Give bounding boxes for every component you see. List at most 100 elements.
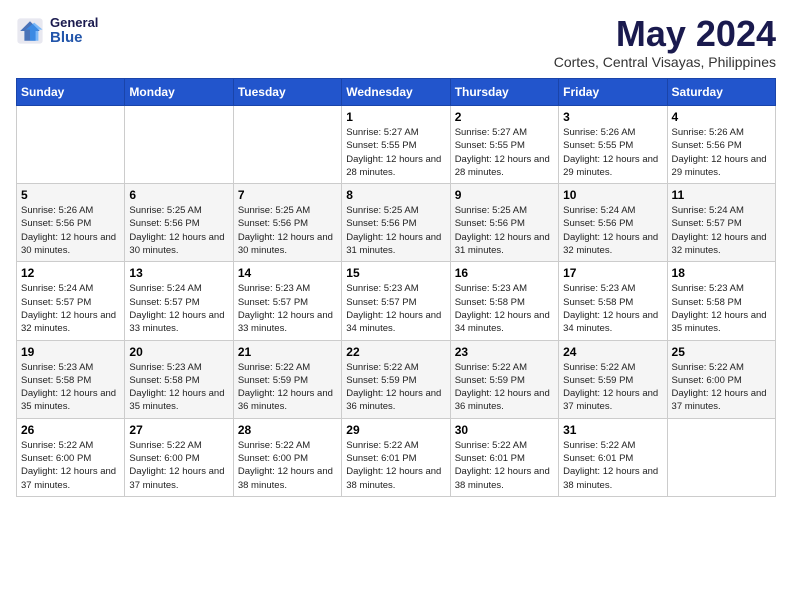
- day-number: 19: [21, 345, 120, 359]
- calendar-cell: [667, 418, 775, 496]
- calendar-cell: 9 Sunrise: 5:25 AM Sunset: 5:56 PM Daylig…: [450, 184, 558, 262]
- calendar-cell: 3 Sunrise: 5:26 AM Sunset: 5:55 PM Daylig…: [559, 106, 667, 184]
- day-number: 24: [563, 345, 662, 359]
- calendar-cell: 7Sunrise: 5:25 AM Sunset: 5:56 PM Daylig…: [233, 184, 341, 262]
- calendar-cell: 14 Sunrise: 5:23 AM Sunset: 5:57 PM Dayli…: [233, 262, 341, 340]
- day-number: 9: [455, 188, 554, 202]
- day-info: Sunrise: 5:22 AM Sunset: 6:00 PM Dayligh…: [21, 439, 120, 492]
- calendar-table: SundayMondayTuesdayWednesdayThursdayFrid…: [16, 78, 776, 497]
- day-info: Sunrise: 5:22 AM Sunset: 6:01 PM Dayligh…: [455, 439, 554, 492]
- day-info: Sunrise: 5:26 AM Sunset: 5:56 PM Dayligh…: [21, 204, 120, 257]
- day-number: 18: [672, 266, 771, 280]
- weekday-header: Monday: [125, 79, 233, 106]
- calendar-cell: 8 Sunrise: 5:25 AM Sunset: 5:56 PM Daylig…: [342, 184, 450, 262]
- day-info: Sunrise: 5:23 AM Sunset: 5:58 PM Dayligh…: [672, 282, 771, 335]
- day-info: Sunrise: 5:27 AM Sunset: 5:55 PM Dayligh…: [455, 126, 554, 179]
- day-number: 23: [455, 345, 554, 359]
- day-info: Sunrise: 5:25 AM Sunset: 5:56 PM Dayligh…: [455, 204, 554, 257]
- day-info: Sunrise: 5:22 AM Sunset: 6:01 PM Dayligh…: [563, 439, 662, 492]
- calendar-week-row: 19 Sunrise: 5:23 AM Sunset: 5:58 PM Dayli…: [17, 340, 776, 418]
- calendar-cell: 27 Sunrise: 5:22 AM Sunset: 6:00 PM Dayli…: [125, 418, 233, 496]
- calendar-week-row: 5 Sunrise: 5:26 AM Sunset: 5:56 PM Daylig…: [17, 184, 776, 262]
- calendar-cell: 23 Sunrise: 5:22 AM Sunset: 5:59 PM Dayli…: [450, 340, 558, 418]
- day-number: 27: [129, 423, 228, 437]
- day-info: Sunrise: 5:23 AM Sunset: 5:58 PM Dayligh…: [21, 361, 120, 414]
- calendar-cell: 15Sunrise: 5:23 AM Sunset: 5:57 PM Dayli…: [342, 262, 450, 340]
- day-number: 1: [346, 110, 445, 124]
- month-title: May 2024: [554, 16, 776, 52]
- day-number: 15: [346, 266, 445, 280]
- day-info: Sunrise: 5:23 AM Sunset: 5:58 PM Dayligh…: [455, 282, 554, 335]
- day-number: 30: [455, 423, 554, 437]
- day-number: 14: [238, 266, 337, 280]
- weekday-header: Sunday: [17, 79, 125, 106]
- calendar-cell: 2Sunrise: 5:27 AM Sunset: 5:55 PM Daylig…: [450, 106, 558, 184]
- day-number: 13: [129, 266, 228, 280]
- day-number: 17: [563, 266, 662, 280]
- day-number: 4: [672, 110, 771, 124]
- location-text: Cortes, Central Visayas, Philippines: [554, 54, 776, 70]
- calendar-cell: 26 Sunrise: 5:22 AM Sunset: 6:00 PM Dayli…: [17, 418, 125, 496]
- calendar-cell: 10 Sunrise: 5:24 AM Sunset: 5:56 PM Dayli…: [559, 184, 667, 262]
- calendar-cell: 30 Sunrise: 5:22 AM Sunset: 6:01 PM Dayli…: [450, 418, 558, 496]
- logo: General Blue: [16, 16, 98, 47]
- weekday-header: Saturday: [667, 79, 775, 106]
- day-info: Sunrise: 5:22 AM Sunset: 5:59 PM Dayligh…: [238, 361, 337, 414]
- day-info: Sunrise: 5:22 AM Sunset: 5:59 PM Dayligh…: [455, 361, 554, 414]
- calendar-cell: 29Sunrise: 5:22 AM Sunset: 6:01 PM Dayli…: [342, 418, 450, 496]
- calendar-cell: [233, 106, 341, 184]
- weekday-header-row: SundayMondayTuesdayWednesdayThursdayFrid…: [17, 79, 776, 106]
- day-info: Sunrise: 5:22 AM Sunset: 5:59 PM Dayligh…: [346, 361, 445, 414]
- calendar-cell: 16 Sunrise: 5:23 AM Sunset: 5:58 PM Dayli…: [450, 262, 558, 340]
- day-number: 29: [346, 423, 445, 437]
- day-info: Sunrise: 5:26 AM Sunset: 5:56 PM Dayligh…: [672, 126, 771, 179]
- day-info: Sunrise: 5:23 AM Sunset: 5:58 PM Dayligh…: [129, 361, 228, 414]
- day-info: Sunrise: 5:22 AM Sunset: 5:59 PM Dayligh…: [563, 361, 662, 414]
- day-info: Sunrise: 5:25 AM Sunset: 5:56 PM Dayligh…: [129, 204, 228, 257]
- calendar-cell: [17, 106, 125, 184]
- day-number: 5: [21, 188, 120, 202]
- day-info: Sunrise: 5:27 AM Sunset: 5:55 PM Dayligh…: [346, 126, 445, 179]
- calendar-cell: 1 Sunrise: 5:27 AM Sunset: 5:55 PM Daylig…: [342, 106, 450, 184]
- page-header: General Blue May 2024 Cortes, Central Vi…: [16, 16, 776, 70]
- day-number: 10: [563, 188, 662, 202]
- day-number: 26: [21, 423, 120, 437]
- calendar-cell: 20 Sunrise: 5:23 AM Sunset: 5:58 PM Dayli…: [125, 340, 233, 418]
- day-number: 8: [346, 188, 445, 202]
- calendar-cell: [125, 106, 233, 184]
- day-info: Sunrise: 5:25 AM Sunset: 5:56 PM Dayligh…: [346, 204, 445, 257]
- calendar-cell: 5 Sunrise: 5:26 AM Sunset: 5:56 PM Daylig…: [17, 184, 125, 262]
- day-info: Sunrise: 5:23 AM Sunset: 5:58 PM Dayligh…: [563, 282, 662, 335]
- calendar-cell: 24 Sunrise: 5:22 AM Sunset: 5:59 PM Dayli…: [559, 340, 667, 418]
- calendar-cell: 22 Sunrise: 5:22 AM Sunset: 5:59 PM Dayli…: [342, 340, 450, 418]
- calendar-cell: 25Sunrise: 5:22 AM Sunset: 6:00 PM Dayli…: [667, 340, 775, 418]
- calendar-cell: 28Sunrise: 5:22 AM Sunset: 6:00 PM Dayli…: [233, 418, 341, 496]
- day-number: 31: [563, 423, 662, 437]
- weekday-header: Thursday: [450, 79, 558, 106]
- weekday-header: Tuesday: [233, 79, 341, 106]
- day-number: 20: [129, 345, 228, 359]
- day-info: Sunrise: 5:22 AM Sunset: 6:00 PM Dayligh…: [129, 439, 228, 492]
- day-info: Sunrise: 5:26 AM Sunset: 5:55 PM Dayligh…: [563, 126, 662, 179]
- day-number: 16: [455, 266, 554, 280]
- calendar-week-row: 26 Sunrise: 5:22 AM Sunset: 6:00 PM Dayli…: [17, 418, 776, 496]
- calendar-week-row: 12Sunrise: 5:24 AM Sunset: 5:57 PM Dayli…: [17, 262, 776, 340]
- calendar-cell: 17 Sunrise: 5:23 AM Sunset: 5:58 PM Dayli…: [559, 262, 667, 340]
- day-number: 28: [238, 423, 337, 437]
- day-info: Sunrise: 5:23 AM Sunset: 5:57 PM Dayligh…: [238, 282, 337, 335]
- day-info: Sunrise: 5:24 AM Sunset: 5:56 PM Dayligh…: [563, 204, 662, 257]
- day-info: Sunrise: 5:24 AM Sunset: 5:57 PM Dayligh…: [672, 204, 771, 257]
- weekday-header: Friday: [559, 79, 667, 106]
- day-number: 25: [672, 345, 771, 359]
- calendar-cell: 21 Sunrise: 5:22 AM Sunset: 5:59 PM Dayli…: [233, 340, 341, 418]
- day-info: Sunrise: 5:24 AM Sunset: 5:57 PM Dayligh…: [129, 282, 228, 335]
- day-number: 21: [238, 345, 337, 359]
- day-number: 11: [672, 188, 771, 202]
- day-info: Sunrise: 5:24 AM Sunset: 5:57 PM Dayligh…: [21, 282, 120, 335]
- calendar-cell: 13 Sunrise: 5:24 AM Sunset: 5:57 PM Dayli…: [125, 262, 233, 340]
- calendar-week-row: 1 Sunrise: 5:27 AM Sunset: 5:55 PM Daylig…: [17, 106, 776, 184]
- day-number: 22: [346, 345, 445, 359]
- calendar-cell: 12Sunrise: 5:24 AM Sunset: 5:57 PM Dayli…: [17, 262, 125, 340]
- logo-icon: [16, 17, 44, 45]
- day-number: 3: [563, 110, 662, 124]
